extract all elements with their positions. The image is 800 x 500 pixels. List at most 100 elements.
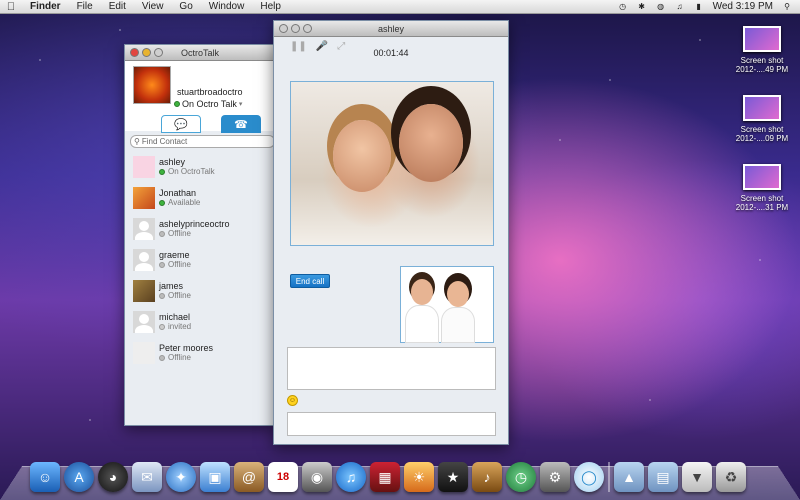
contact-name: james bbox=[159, 281, 184, 291]
phone-icon: ☎ bbox=[234, 118, 248, 131]
mail-icon[interactable]: ✉ bbox=[132, 462, 162, 492]
close-icon[interactable] bbox=[130, 48, 139, 57]
invited-status-icon bbox=[159, 323, 165, 330]
imovie-icon[interactable]: ★ bbox=[438, 462, 468, 492]
menu-clock[interactable]: Wed 3:19 PM bbox=[713, 1, 773, 12]
dashboard-icon[interactable]: ◕ bbox=[98, 462, 128, 492]
offline-status-icon bbox=[159, 261, 165, 268]
search-input[interactable]: ⚲ Find Contact bbox=[130, 135, 275, 148]
chat-bubble-icon: 💬 bbox=[174, 118, 188, 131]
end-call-button[interactable]: End call bbox=[290, 274, 330, 288]
status-text: On Octro Talk bbox=[182, 99, 237, 109]
photo-icon[interactable]: ▦ bbox=[370, 462, 400, 492]
minimize-icon[interactable] bbox=[142, 48, 151, 57]
desktop-file-label: Screen shot bbox=[740, 125, 784, 134]
default-person-avatar-icon bbox=[133, 310, 155, 333]
menu-app-name[interactable]: Finder bbox=[22, 1, 69, 12]
photo-booth-icon[interactable]: ◉ bbox=[302, 462, 332, 492]
volume-icon[interactable]: ♫ bbox=[675, 2, 685, 11]
video-person-body bbox=[405, 305, 439, 343]
video-person-face bbox=[411, 279, 433, 305]
desktop-file-label: 2012-....31 PM bbox=[735, 203, 789, 212]
list-item[interactable]: ashley On OctroTalk bbox=[125, 151, 275, 182]
list-item[interactable]: james Offline bbox=[125, 275, 275, 306]
avatar[interactable] bbox=[133, 66, 171, 104]
battery-icon[interactable]: ▮ bbox=[694, 2, 704, 11]
safari-icon[interactable]: ✦ bbox=[166, 462, 196, 492]
menu-file[interactable]: File bbox=[69, 1, 101, 12]
list-item[interactable]: michael invited bbox=[125, 306, 275, 337]
contact-list: ashley On OctroTalk Jonathan Available a… bbox=[125, 151, 275, 368]
time-machine-icon[interactable]: ◷ bbox=[506, 462, 536, 492]
message-input[interactable] bbox=[287, 412, 496, 436]
list-item[interactable]: Peter moores Offline bbox=[125, 337, 275, 368]
close-icon[interactable] bbox=[279, 24, 288, 33]
tab-phone[interactable]: ☎ bbox=[221, 115, 261, 133]
menu-window[interactable]: Window bbox=[201, 1, 253, 12]
screenshot-thumbnail-icon bbox=[743, 26, 781, 52]
system-preferences-icon[interactable]: ⚙ bbox=[540, 462, 570, 492]
applications-folder-icon[interactable]: ▲ bbox=[614, 462, 644, 492]
ical-icon[interactable]: 18 bbox=[268, 462, 298, 492]
contact-name: Peter moores bbox=[159, 343, 214, 353]
contact-status: On OctroTalk bbox=[168, 167, 215, 176]
apple-menu-icon[interactable]:  bbox=[0, 1, 22, 13]
zoom-icon[interactable] bbox=[303, 24, 312, 33]
offline-status-icon bbox=[159, 354, 165, 361]
hello-kitty-avatar-icon bbox=[133, 155, 155, 178]
status-selector[interactable]: On Octro Talk ▾ bbox=[174, 99, 242, 109]
minimize-icon[interactable] bbox=[291, 24, 300, 33]
menu-edit[interactable]: Edit bbox=[101, 1, 134, 12]
menu-help[interactable]: Help bbox=[252, 1, 289, 12]
bluetooth-icon[interactable]: ✱ bbox=[637, 2, 647, 11]
octrotalk-titlebar[interactable]: OctroTalk bbox=[125, 45, 275, 61]
contact-status: Offline bbox=[168, 353, 191, 362]
facetime-icon[interactable]: ▣ bbox=[200, 462, 230, 492]
search-placeholder: Find Contact bbox=[141, 137, 188, 146]
iphoto-icon[interactable]: ☀ bbox=[404, 462, 434, 492]
desktop-file-label: 2012-....49 PM bbox=[735, 65, 789, 74]
garageband-icon[interactable]: ♪ bbox=[472, 462, 502, 492]
menu-bar:  Finder File Edit View Go Window Help ◷… bbox=[0, 0, 800, 14]
desktop-file-label: Screen shot bbox=[740, 56, 784, 65]
window-title: OctroTalk bbox=[180, 47, 219, 58]
desktop-file-screenshot-3[interactable]: Screen shot 2012-....31 PM bbox=[728, 164, 796, 212]
menu-go[interactable]: Go bbox=[171, 1, 200, 12]
self-video-preview bbox=[400, 266, 494, 343]
time-machine-menu-icon[interactable]: ◷ bbox=[618, 2, 628, 11]
username: stuartbroadoctro bbox=[177, 87, 243, 97]
contact-name: Jonathan bbox=[159, 188, 197, 198]
emoticon-icon[interactable]: ☺ bbox=[287, 395, 298, 406]
call-titlebar[interactable]: ashley bbox=[274, 21, 508, 37]
online-status-icon bbox=[159, 168, 165, 175]
trash-icon[interactable]: ♻ bbox=[716, 462, 746, 492]
address-book-icon[interactable]: @ bbox=[234, 462, 264, 492]
desktop-file-screenshot-2[interactable]: Screen shot 2012-....09 PM bbox=[728, 95, 796, 143]
list-item[interactable]: ashelyprinceoctro Offline bbox=[125, 213, 275, 244]
list-item[interactable]: Jonathan Available bbox=[125, 182, 275, 213]
default-person-avatar-icon bbox=[133, 248, 155, 271]
contact-name: ashelyprinceoctro bbox=[159, 219, 230, 229]
list-item[interactable]: graeme Offline bbox=[125, 244, 275, 275]
itunes-icon[interactable]: ♫ bbox=[336, 462, 366, 492]
app-store-icon[interactable]: A bbox=[64, 462, 94, 492]
menu-view[interactable]: View bbox=[134, 1, 172, 12]
video-person-face bbox=[447, 281, 469, 307]
tab-chat[interactable]: 💬 bbox=[161, 115, 201, 133]
offline-status-icon bbox=[159, 292, 165, 299]
phone-handset-avatar-icon bbox=[133, 341, 155, 364]
remote-video bbox=[290, 81, 494, 246]
spotlight-icon[interactable]: ⚲ bbox=[782, 2, 792, 11]
search-icon: ⚲ bbox=[134, 137, 140, 146]
contact-name: ashley bbox=[159, 157, 186, 167]
online-status-icon bbox=[159, 199, 165, 206]
contact-status: invited bbox=[168, 322, 192, 331]
zoom-icon[interactable] bbox=[154, 48, 163, 57]
downloads-stack-icon[interactable]: ▼ bbox=[682, 462, 712, 492]
finder-icon[interactable]: ☺ bbox=[30, 462, 60, 492]
documents-folder-icon[interactable]: ▤ bbox=[648, 462, 678, 492]
offline-status-icon bbox=[159, 230, 165, 237]
wifi-icon[interactable]: ◍ bbox=[656, 2, 666, 11]
desktop-file-screenshot-1[interactable]: Screen shot 2012-....49 PM bbox=[728, 26, 796, 74]
octrotalk-icon[interactable]: ◯ bbox=[574, 462, 604, 492]
